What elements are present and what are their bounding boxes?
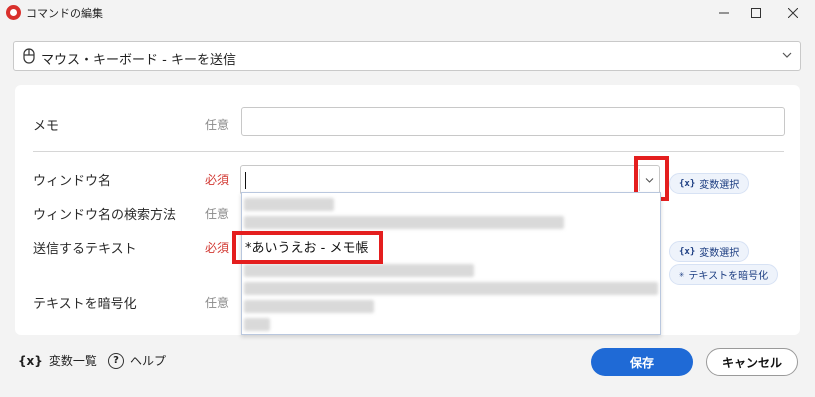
close-icon [788,8,798,18]
text-caret [245,172,246,189]
variable-select-label: 変数選択 [699,248,740,259]
action-select-value: マウス・キーボード - キーを送信 [41,53,236,68]
send-text-required-badge: 必須 [205,241,230,255]
maximize-button[interactable] [738,0,774,26]
window-name-input[interactable] [240,165,660,195]
list-item[interactable] [244,216,564,229]
title-bar: コマンドの編集 [0,0,815,26]
app-icon [6,5,21,20]
variable-icon: {x} [679,178,696,189]
window-search-optional-badge: 任意 [205,207,230,221]
variable-list-link[interactable]: {x} 変数一覧 [18,352,97,369]
list-item[interactable] [244,318,270,331]
save-button[interactable]: 保存 [591,348,693,376]
variable-icon: {x} [18,353,43,368]
encrypt-text-button[interactable]: ✳ テキストを暗号化 [669,264,779,285]
window-title: コマンドの編集 [26,7,103,20]
encrypt-text-label: テキストを暗号化 [688,271,769,282]
memo-optional-badge: 任意 [205,118,230,132]
send-text-label: 送信するテキスト [33,242,137,257]
minimize-button[interactable] [706,0,742,26]
maximize-icon [751,8,761,18]
mouse-icon [23,48,35,64]
list-item[interactable] [244,264,474,277]
action-select[interactable]: マウス・キーボード - キーを送信 [13,41,801,71]
close-button[interactable] [775,0,811,26]
list-item[interactable] [244,282,658,295]
encrypt-label: テキストを暗号化 [33,297,137,312]
list-item[interactable] [244,300,374,313]
variable-list-label: 変数一覧 [48,354,97,368]
memo-label: メモ [33,119,60,134]
window-name-label: ウィンドウ名 [33,174,112,189]
chevron-down-icon [782,52,792,58]
help-label: ヘルプ [130,354,167,368]
variable-select-label: 変数選択 [699,180,740,191]
variable-select-button[interactable]: {x} 変数選択 [669,173,750,194]
help-icon: ? [108,352,124,369]
help-link[interactable]: ? ヘルプ [108,352,166,369]
window-search-method-label: ウィンドウ名の検索方法 [33,208,177,223]
encrypt-optional-badge: 任意 [205,296,230,310]
variable-select-button-2[interactable]: {x} 変数選択 [669,241,750,262]
minimize-icon [719,12,729,14]
annotation-highlight-box [232,231,383,264]
variable-icon: {x} [679,246,696,257]
divider [33,151,784,152]
memo-input[interactable] [241,107,785,136]
window-name-required-badge: 必須 [205,173,230,187]
cancel-button[interactable]: キャンセル [706,348,798,376]
asterisk-icon: ✳ [679,269,685,280]
list-item[interactable] [244,198,334,211]
